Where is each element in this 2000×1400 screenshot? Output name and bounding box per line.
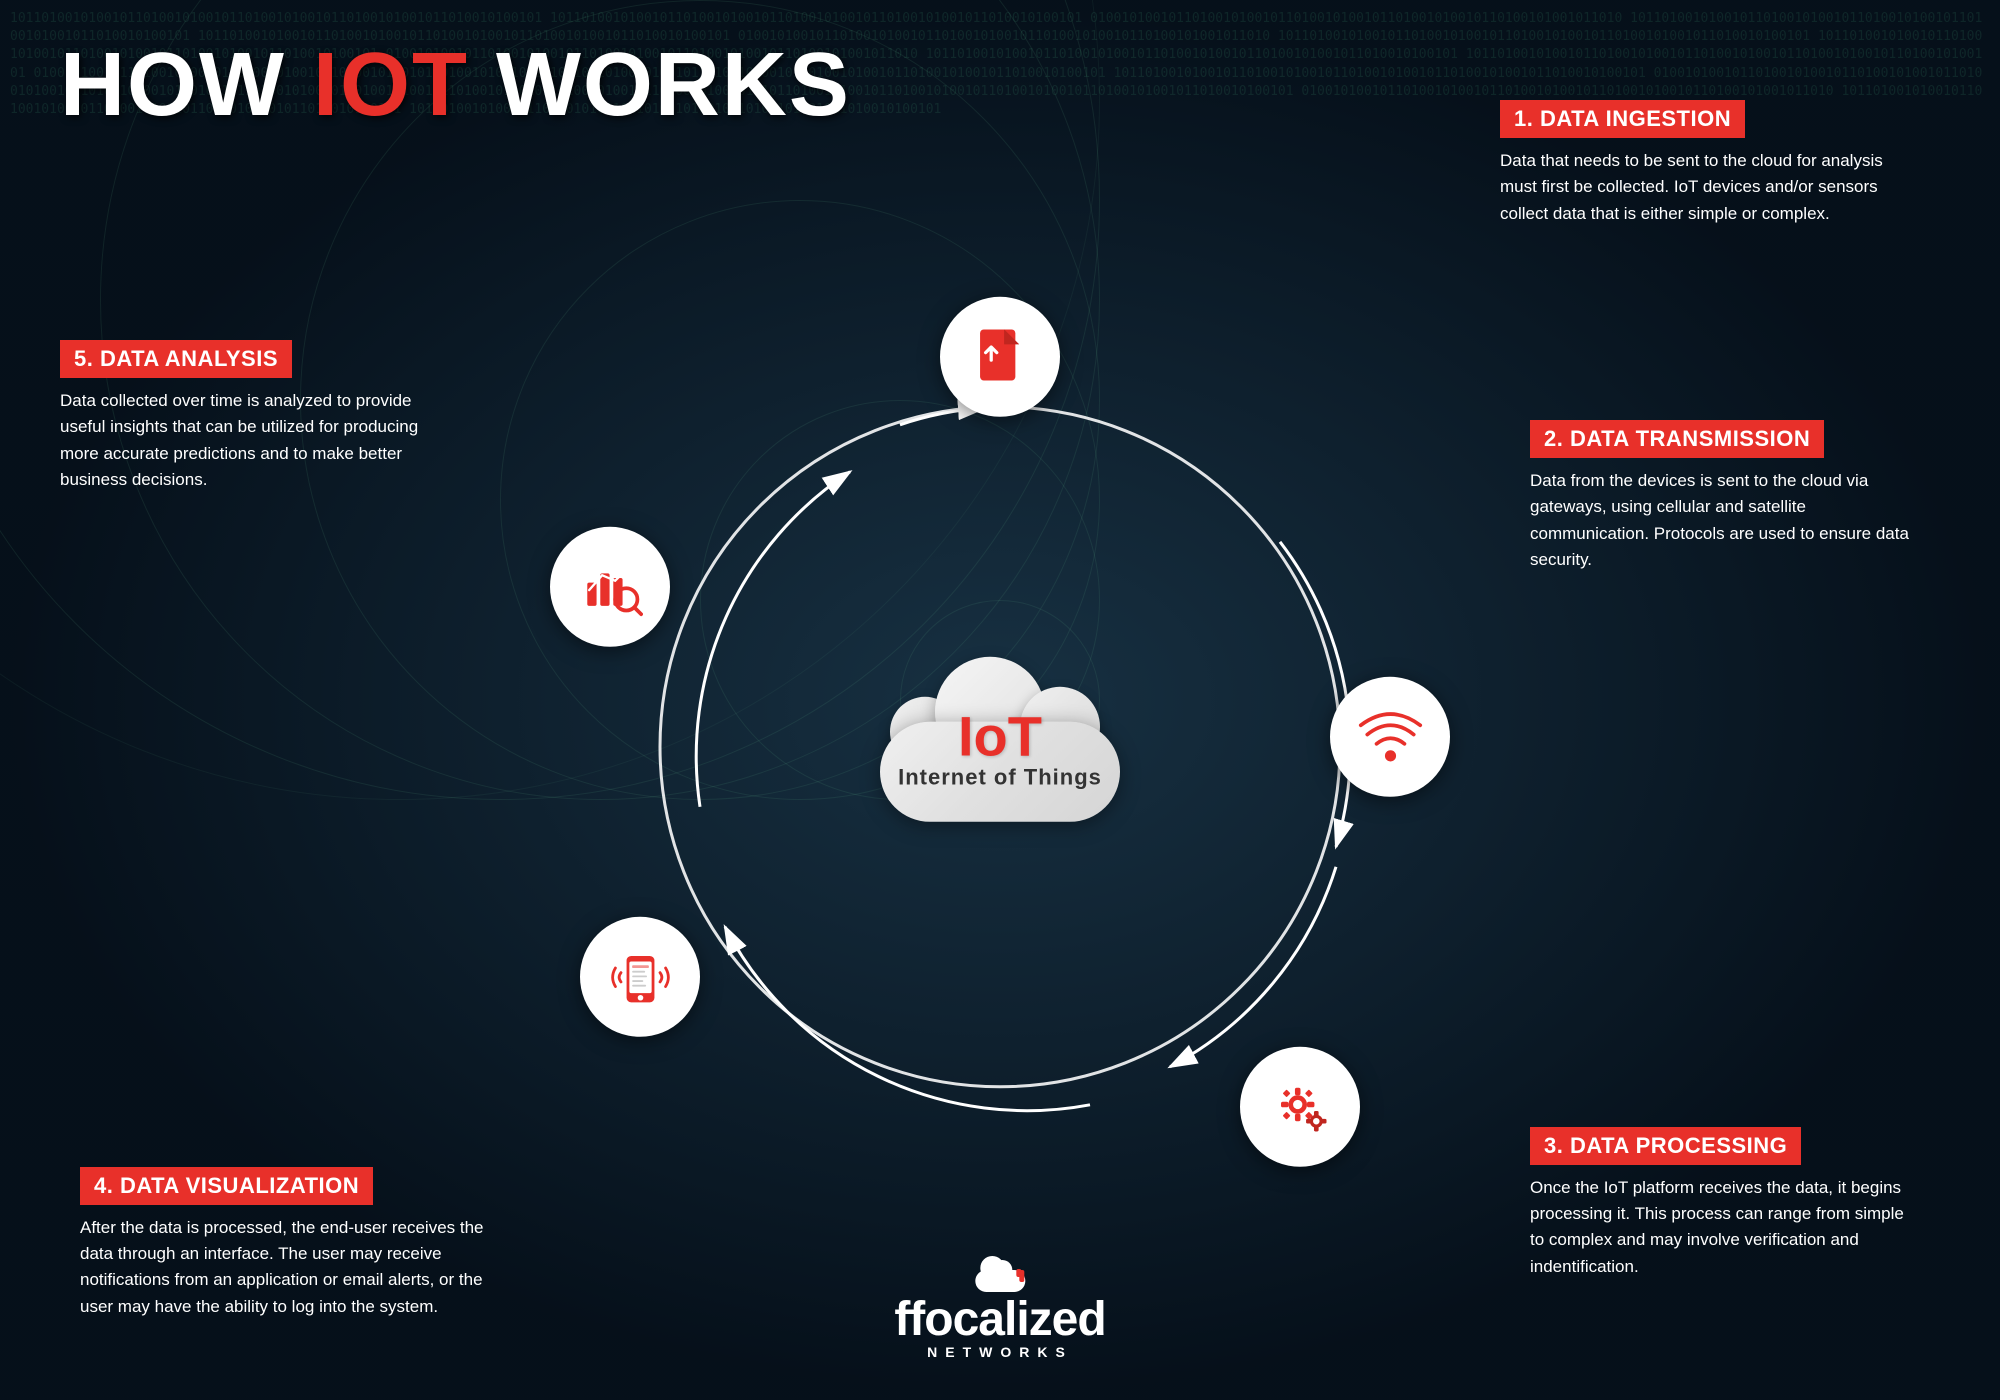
title-highlight: IoT <box>313 35 469 135</box>
analytics-search-icon <box>578 554 643 619</box>
title-prefix: HOW <box>60 35 313 135</box>
cloud-center: IoT Internet of Things <box>870 662 1130 832</box>
step-3-description: 3. DATA PROCESSING Once the IoT platform… <box>1530 1127 1920 1280</box>
upload-document-icon <box>968 324 1033 389</box>
step-1-text: Data that needs to be sent to the cloud … <box>1500 148 1900 227</box>
mobile-notification-icon <box>608 944 673 1009</box>
step-5-description: 5. DATA ANALYSIS Data collected over tim… <box>60 340 460 493</box>
cloud-iot-label: IoT <box>880 708 1120 764</box>
title-suffix: WORKS <box>469 35 851 135</box>
step-5-text: Data collected over time is analyzed to … <box>60 388 460 493</box>
step-2-description: 2. DATA TRANSMISSION Data from the devic… <box>1530 420 1920 573</box>
company-logo: ffocalized NETWORKS <box>894 1257 1105 1360</box>
cloud-subtitle: Internet of Things <box>880 764 1120 790</box>
step-2-text: Data from the devices is sent to the clo… <box>1530 468 1920 573</box>
main-content: HOW IoT WORKS <box>0 0 2000 1400</box>
step-3-title: 3. DATA PROCESSING <box>1530 1127 1801 1165</box>
step-2-title: 2. DATA TRANSMISSION <box>1530 420 1824 458</box>
step-4-description: 4. DATA VISUALIZATION After the data is … <box>80 1167 510 1320</box>
wifi-icon <box>1358 704 1423 769</box>
step-5-title: 5. DATA ANALYSIS <box>60 340 292 378</box>
logo-sub: NETWORKS <box>894 1344 1105 1360</box>
cloud-shape: IoT Internet of Things <box>870 662 1130 822</box>
step-2-icon <box>1330 677 1450 797</box>
page-title: HOW IoT WORKS <box>60 40 851 130</box>
step-5-icon <box>550 527 670 647</box>
logo-name: ffocalized <box>894 1296 1105 1344</box>
diagram-container: IoT Internet of Things <box>610 357 1390 1137</box>
step-1-icon <box>940 297 1060 417</box>
step-3-text: Once the IoT platform receives the data,… <box>1530 1175 1920 1280</box>
step-1-title: 1. DATA INGESTION <box>1500 100 1745 138</box>
gears-icon <box>1268 1074 1333 1139</box>
step-3-icon <box>1240 1047 1360 1167</box>
step-4-title: 4. DATA VISUALIZATION <box>80 1167 373 1205</box>
step-4-text: After the data is processed, the end-use… <box>80 1215 510 1320</box>
logo-cloud-icon <box>973 1257 1028 1292</box>
step-4-icon <box>580 917 700 1037</box>
step-1-description: 1. DATA INGESTION Data that needs to be … <box>1500 100 1900 227</box>
